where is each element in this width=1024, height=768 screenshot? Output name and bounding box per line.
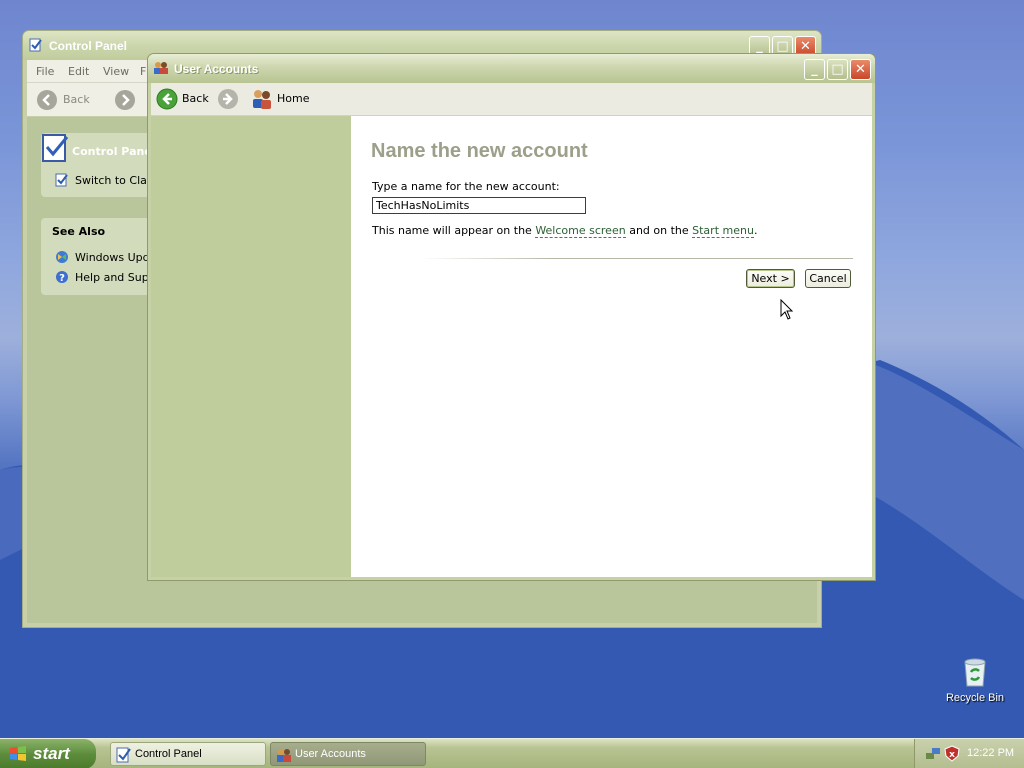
switch-view-icon [55,173,69,187]
taskbar-control-panel[interactable]: Control Panel [110,742,266,766]
start-button[interactable]: start [0,739,96,768]
system-tray: x 12:22 PM [914,739,1024,768]
taskbar-control-panel-label: Control Panel [135,748,202,760]
start-menu-link[interactable]: Start menu [692,224,754,238]
control-panel-large-icon [41,133,71,163]
user-accounts-titlebar[interactable]: User Accounts _ □ ✕ [148,54,875,83]
welcome-screen-link[interactable]: Welcome screen [535,224,626,238]
account-name-label: Type a name for the new account: [372,180,560,193]
cancel-button[interactable]: Cancel [805,269,851,288]
recycle-bin-label: Recycle Bin [945,692,1005,704]
user-accounts-toolbar: Back Home [151,83,872,116]
minimize-button[interactable]: _ [804,59,825,80]
home-button-label[interactable]: Home [277,92,309,105]
next-button[interactable]: Next > [746,269,795,288]
user-accounts-title-icon [153,61,169,75]
divider [421,258,853,259]
forward-arrow-icon[interactable] [217,88,239,110]
windows-logo-icon [9,746,27,762]
page-title: Name the new account [371,140,588,162]
hint-prefix: This name will appear on the [372,224,536,237]
user-accounts-content: Name the new account Type a name for the… [351,116,872,577]
back-arrow-icon[interactable] [36,89,58,111]
recycle-bin-icon [960,656,990,688]
desktop: { "desktop": { "recycle_bin_label": "Rec… [0,0,1024,768]
network-icon[interactable] [925,746,941,762]
user-accounts-side-pane [151,116,351,577]
start-label: start [33,744,70,763]
user-accounts-window[interactable]: User Accounts _ □ ✕ Back Home Name the n… [147,53,876,581]
close-button[interactable]: ✕ [850,59,871,80]
forward-arrow-icon[interactable] [114,89,136,111]
user-accounts-task-icon [276,747,292,763]
svg-text:x: x [949,750,955,760]
taskbar: start Control Panel User Accounts x 12:2… [0,738,1024,768]
hint-suffix: . [753,224,758,237]
help-support-icon: ? [55,270,69,284]
taskbar-user-accounts[interactable]: User Accounts [270,742,426,766]
svg-text:?: ? [59,273,65,284]
home-users-icon[interactable] [250,88,274,110]
menu-view[interactable]: View [103,65,129,78]
control-panel-title: Control Panel [49,39,128,53]
see-also-pane: See Also Windows Updat ? Help and Suppo [41,218,162,295]
clock[interactable]: 12:22 PM [967,747,1014,759]
switch-view-link[interactable]: Switch to Class [75,174,158,187]
see-also-title: See Also [52,225,106,238]
menu-edit[interactable]: Edit [68,65,89,78]
menu-file[interactable]: File [36,65,54,78]
control-panel-task-icon [116,747,132,763]
hint-middle: and on the [625,224,693,237]
back-button-label[interactable]: Back [182,92,209,105]
account-name-input[interactable] [372,197,586,214]
taskbar-user-accounts-label: User Accounts [295,748,366,760]
windows-update-icon [55,250,69,264]
panel-title: Control Panel [72,145,156,158]
control-panel-task-pane: Control Panel Switch to Class [41,133,161,197]
menu-favorites[interactable]: F [140,65,146,78]
security-shield-icon[interactable]: x [944,745,960,762]
maximize-button[interactable]: □ [827,59,848,80]
back-arrow-icon[interactable] [156,88,178,110]
recycle-bin[interactable]: Recycle Bin [944,656,1006,704]
control-panel-title-icon [29,38,43,52]
mouse-cursor-icon [780,298,794,321]
account-name-hint: This name will appear on the Welcome scr… [372,224,758,238]
back-label[interactable]: Back [63,93,90,106]
user-accounts-title: User Accounts [174,62,259,76]
